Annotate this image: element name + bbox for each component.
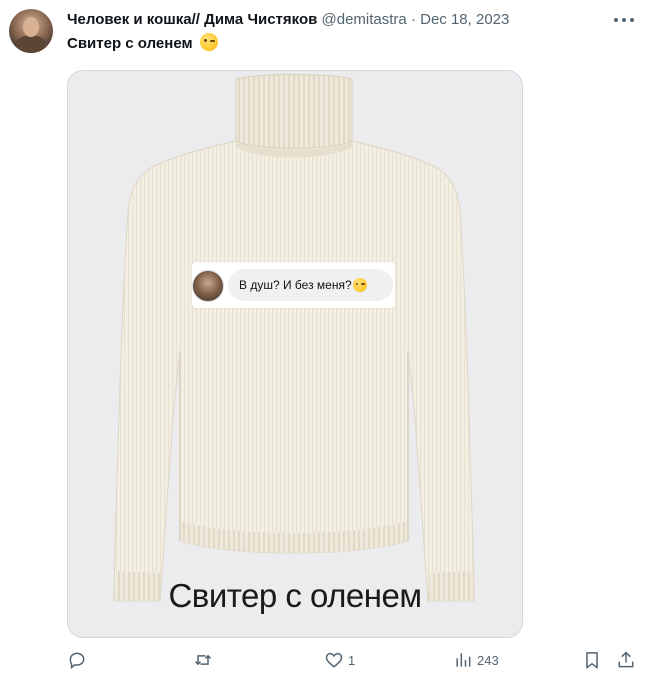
tweet-text-content: Свитер с оленем [67,35,193,52]
story-reply-text: В душ? И без меня? [239,278,352,292]
retweet-icon [194,654,212,666]
tweet-text: Свитер с оленем [67,33,218,55]
reply-button[interactable] [67,648,87,672]
like-button[interactable]: 1 [324,648,355,672]
more-dot [622,18,626,22]
story-reply-pill: В душ? И без меня? [228,269,393,301]
reply-icon [69,652,85,670]
views-button[interactable]: 243 [453,648,499,672]
story-reply-bubble: В душ? И без меня? [192,262,395,308]
author-display-name[interactable]: Человек и кошка// Дима Чистяков [67,11,317,28]
more-dot [614,18,618,22]
story-reply-avatar [192,270,224,302]
sweater-illustration [68,71,522,637]
tweet-actions-bar: 1 243 [67,648,642,672]
header-separator: · [410,11,416,28]
retweet-button[interactable] [193,648,213,672]
wink-emoji-icon [352,278,367,292]
more-options-icon[interactable] [614,11,634,29]
like-count: 1 [348,652,356,668]
tweet-header: Человек и кошка// Дима Чистяков @demitas… [67,9,509,31]
media-caption: Свитер с оленем [168,577,422,614]
tweet-media-image[interactable]: В душ? И без меня? Свитер с оленем [67,70,523,638]
views-chart-icon [456,653,471,667]
views-count: 243 [477,652,499,668]
author-handle[interactable]: @demitastra [322,11,407,28]
wink-emoji-icon [199,33,218,51]
avatar-face [23,17,39,37]
bookmark-icon [586,652,598,669]
share-icon [618,651,634,668]
more-dot [630,18,634,22]
bookmark-button[interactable] [582,648,602,672]
tweet: Человек и кошка// Дима Чистяков @demitas… [0,0,656,683]
tweet-date[interactable]: Dec 18, 2023 [420,11,509,28]
avatar-body [15,35,47,53]
author-avatar[interactable] [9,9,53,53]
heart-icon [325,652,343,668]
share-button[interactable] [616,648,636,672]
